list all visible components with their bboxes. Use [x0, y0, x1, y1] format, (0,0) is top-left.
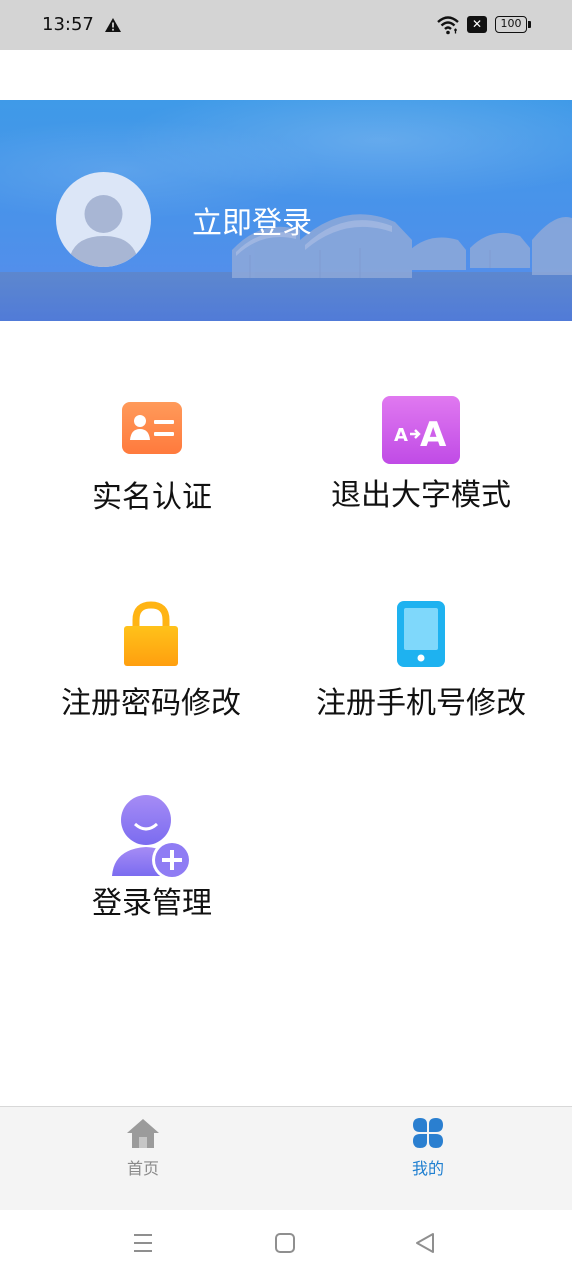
font-size-icon: A A: [382, 396, 460, 464]
user-avatar-icon: [68, 195, 139, 267]
avatar[interactable]: [56, 172, 151, 267]
phone-icon: [397, 601, 445, 667]
bottom-tab-bar: 首页 我的: [0, 1106, 572, 1211]
home-nav-icon[interactable]: [274, 1232, 296, 1254]
exit-large-font-mode-item[interactable]: A A 退出大字模式: [316, 394, 526, 514]
back-nav-icon[interactable]: [414, 1232, 436, 1254]
home-icon: [127, 1119, 159, 1148]
battery-icon: 100: [495, 16, 531, 33]
status-time: 13:57: [42, 14, 94, 35]
warning-icon: [105, 18, 121, 32]
id-card-icon: [122, 402, 182, 454]
status-bar: 13:57 ✕ 100: [0, 0, 572, 50]
change-password-label: 注册密码修改: [61, 686, 241, 721]
change-phone-item[interactable]: 注册手机号修改: [306, 600, 536, 722]
lock-icon: [124, 601, 178, 666]
svg-text:A: A: [420, 415, 447, 455]
tab-mine-label: 我的: [411, 1159, 444, 1178]
login-management-item[interactable]: 登录管理: [52, 794, 252, 922]
notification-x-icon: ✕: [467, 16, 487, 33]
tab-mine[interactable]: 我的: [368, 1117, 488, 1179]
profile-banner: 立即登录: [0, 100, 572, 321]
add-user-icon: [112, 795, 192, 880]
menu-nav-icon[interactable]: [132, 1232, 154, 1254]
login-management-label: 登录管理: [92, 886, 212, 921]
tab-home-label: 首页: [126, 1159, 159, 1178]
change-phone-label: 注册手机号修改: [316, 686, 526, 721]
exit-large-font-mode-label: 退出大字模式: [331, 478, 511, 513]
wifi-icon: [437, 16, 459, 35]
change-password-item[interactable]: 注册密码修改: [46, 600, 256, 722]
svg-text:A: A: [394, 425, 408, 446]
tab-home[interactable]: 首页: [83, 1117, 203, 1179]
real-name-verification-label: 实名认证: [92, 480, 212, 515]
login-now-link[interactable]: 立即登录: [192, 198, 312, 242]
four-leaf-icon: [413, 1118, 443, 1148]
real-name-verification-item[interactable]: 实名认证: [52, 398, 252, 516]
system-nav-bar: [0, 1210, 572, 1280]
